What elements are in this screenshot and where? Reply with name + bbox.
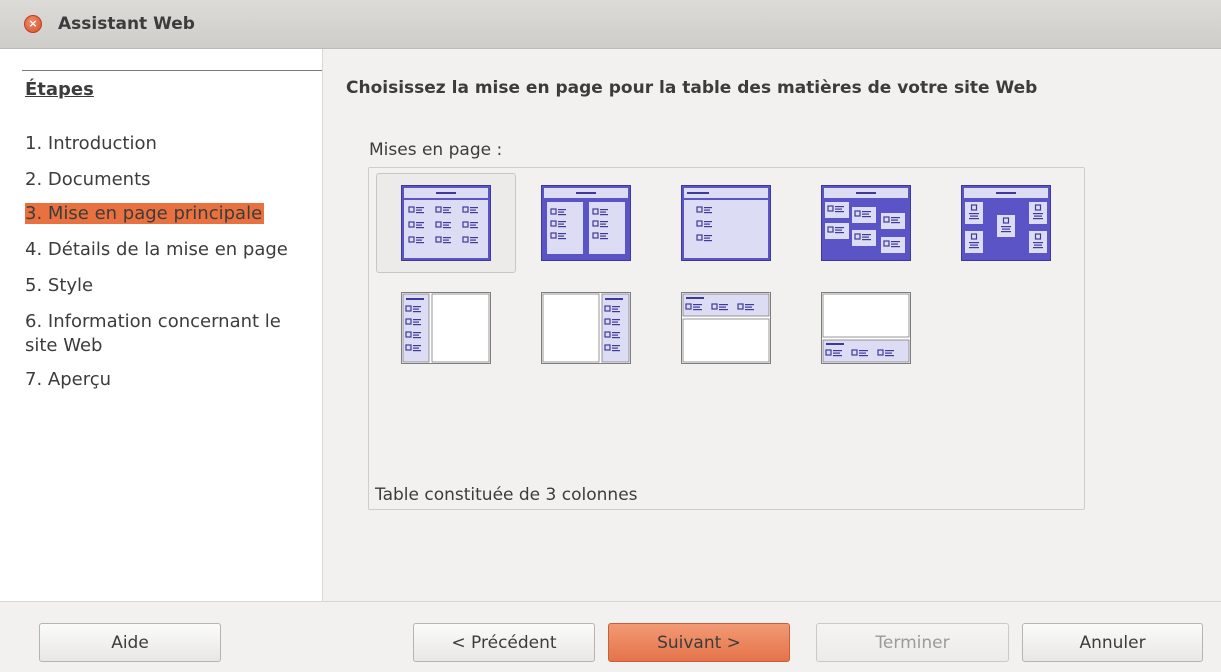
layout-2-columns-icon (541, 185, 631, 261)
step-style[interactable]: 5. Style (25, 275, 93, 296)
layout-frame-top-icon (681, 292, 771, 364)
layout-centered-icon (961, 185, 1051, 261)
footer-divider (0, 601, 1221, 602)
layout-frame-top[interactable] (656, 278, 796, 378)
layout-frame-bottom-icon (821, 292, 911, 364)
step-web-site-info[interactable]: 6. Information concernant le site Web (25, 310, 315, 358)
step-preview[interactable]: 7. Aperçu (25, 369, 111, 390)
layout-staggered[interactable] (796, 173, 936, 273)
layout-2-columns[interactable] (516, 173, 656, 273)
layout-3-columns[interactable] (376, 173, 516, 273)
next-button[interactable]: Suivant > (608, 623, 790, 662)
cancel-button[interactable]: Annuler (1022, 623, 1203, 662)
layouts-panel (368, 167, 1085, 510)
layout-staggered-icon (821, 185, 911, 261)
layout-frame-bottom[interactable] (796, 278, 936, 378)
layout-description: Table constituée de 3 colonnes (375, 485, 638, 505)
step-layout-details[interactable]: 4. Détails de la mise en page (25, 239, 288, 260)
step-main-layout[interactable]: 3. Mise en page principale (25, 203, 265, 224)
steps-sidebar: Étapes 1. Introduction 2. Documents 3. M… (0, 49, 323, 602)
layout-frame-left-icon (401, 292, 491, 364)
layout-1-column-icon (681, 185, 771, 261)
step-introduction[interactable]: 1. Introduction (25, 133, 157, 154)
title-bar: × Assistant Web (0, 0, 1221, 49)
help-button[interactable]: Aide (39, 623, 221, 662)
layout-frame-right-icon (541, 292, 631, 364)
layout-3-columns-icon (401, 185, 491, 261)
close-icon[interactable]: × (24, 15, 42, 33)
layout-frame-left[interactable] (376, 278, 516, 378)
layout-1-column[interactable] (656, 173, 796, 273)
sidebar-divider (22, 70, 322, 71)
steps-heading: Étapes (25, 79, 94, 100)
step-documents[interactable]: 2. Documents (25, 169, 151, 190)
previous-button[interactable]: < Précédent (413, 623, 595, 662)
finish-button: Terminer (816, 623, 1009, 662)
page-heading: Choisissez la mise en page pour la table… (346, 78, 1038, 98)
layout-centered[interactable] (936, 173, 1076, 273)
layouts-label: Mises en page : (369, 140, 503, 160)
layout-frame-right[interactable] (516, 278, 656, 378)
window-title: Assistant Web (58, 14, 195, 34)
